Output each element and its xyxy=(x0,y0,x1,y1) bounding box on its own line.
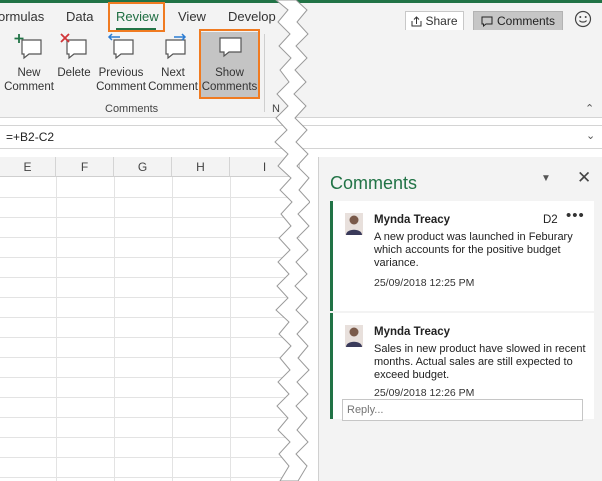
comment-text: Sales in new product have slowed in rece… xyxy=(374,343,586,381)
worksheet-grid[interactable]: E F G H I xyxy=(0,157,300,481)
column-header-g[interactable]: G xyxy=(114,157,172,177)
previous-comment-icon xyxy=(107,33,134,60)
comment-timestamp: 25/09/2018 12:26 PM xyxy=(374,387,475,399)
show-comments-highlight xyxy=(199,29,260,99)
grid-line xyxy=(0,317,300,318)
review-tab-highlight xyxy=(108,2,165,32)
column-header-e[interactable]: E xyxy=(0,157,56,177)
next-comment-label-2: Comment xyxy=(148,81,198,93)
grid-line xyxy=(56,177,57,481)
new-comment-label-2: Comment xyxy=(4,81,54,93)
comment-icon xyxy=(481,16,493,27)
formula-text[interactable]: =+B2-C2 xyxy=(6,130,54,144)
expand-formula-bar-icon[interactable]: ⌄ xyxy=(586,129,595,142)
grid-line xyxy=(0,417,300,418)
grid-line xyxy=(0,477,300,478)
comment-cell-reference[interactable]: D2 xyxy=(543,214,558,226)
new-comment-icon xyxy=(14,34,42,60)
more-options-icon[interactable]: ••• xyxy=(566,207,585,224)
comment-text: A new product was launched in Feburary w… xyxy=(374,231,573,269)
grid-line xyxy=(0,257,300,258)
smiley-icon[interactable] xyxy=(574,10,592,28)
grid-line xyxy=(0,377,300,378)
torn-edge-divider xyxy=(274,0,310,481)
delete-comment-icon xyxy=(60,33,87,60)
tab-view[interactable]: View xyxy=(178,9,206,24)
grid-line xyxy=(0,237,300,238)
previous-comment-label-2: Comment xyxy=(96,81,146,93)
delete-comment-button[interactable]: Delete xyxy=(56,32,92,80)
collapse-ribbon-icon[interactable]: ⌃ xyxy=(585,102,594,115)
grid-line xyxy=(172,177,173,481)
next-comment-icon xyxy=(165,33,187,60)
next-comment-label-1: Next xyxy=(161,67,185,79)
grid-line xyxy=(0,457,300,458)
pane-options-icon[interactable]: ▼ xyxy=(541,173,551,184)
grid-line xyxy=(0,357,300,358)
comment-author: Mynda Treacy xyxy=(374,326,451,338)
grid-line xyxy=(0,397,300,398)
grid-line xyxy=(0,217,300,218)
comments-label: Comments xyxy=(496,14,555,28)
new-comment-label-1: New xyxy=(17,67,41,79)
grid-line xyxy=(0,437,300,438)
reply-input[interactable] xyxy=(342,399,583,421)
column-header-h[interactable]: H xyxy=(172,157,230,177)
avatar xyxy=(345,325,363,347)
share-button[interactable]: Share xyxy=(405,11,464,31)
next-comment-button[interactable]: Next Comment xyxy=(148,32,198,94)
grid-line xyxy=(0,277,300,278)
new-comment-button[interactable]: New Comment xyxy=(4,32,54,94)
avatar xyxy=(345,213,363,235)
comments-pane: Comments ▼ ✕ Mynda Treacy D2 ••• A new p… xyxy=(318,157,602,481)
close-icon[interactable]: ✕ xyxy=(577,168,591,188)
column-header-f[interactable]: F xyxy=(56,157,114,177)
share-label: Share xyxy=(425,14,458,28)
comment-timestamp: 25/09/2018 12:25 PM xyxy=(374,277,475,289)
comment-card[interactable]: Mynda Treacy Sales in new product have s… xyxy=(330,313,594,421)
tab-data[interactable]: Data xyxy=(66,9,93,24)
grid-line xyxy=(0,297,300,298)
grid-line xyxy=(230,177,231,481)
grid-line xyxy=(0,337,300,338)
comments-button[interactable]: Comments xyxy=(473,11,563,31)
comments-group-label: Comments xyxy=(105,103,159,115)
grid-line xyxy=(0,197,300,198)
comment-author: Mynda Treacy xyxy=(374,214,451,226)
comments-pane-title: Comments xyxy=(330,173,418,193)
previous-comment-button[interactable]: Previous Comment xyxy=(95,32,147,94)
previous-comment-label-1: Previous xyxy=(98,67,144,79)
grid-line xyxy=(114,177,115,481)
tab-formulas[interactable]: ormulas xyxy=(0,9,44,24)
comment-card[interactable]: Mynda Treacy D2 ••• A new product was la… xyxy=(330,201,594,311)
share-icon xyxy=(411,15,422,26)
delete-label: Delete xyxy=(57,67,91,79)
